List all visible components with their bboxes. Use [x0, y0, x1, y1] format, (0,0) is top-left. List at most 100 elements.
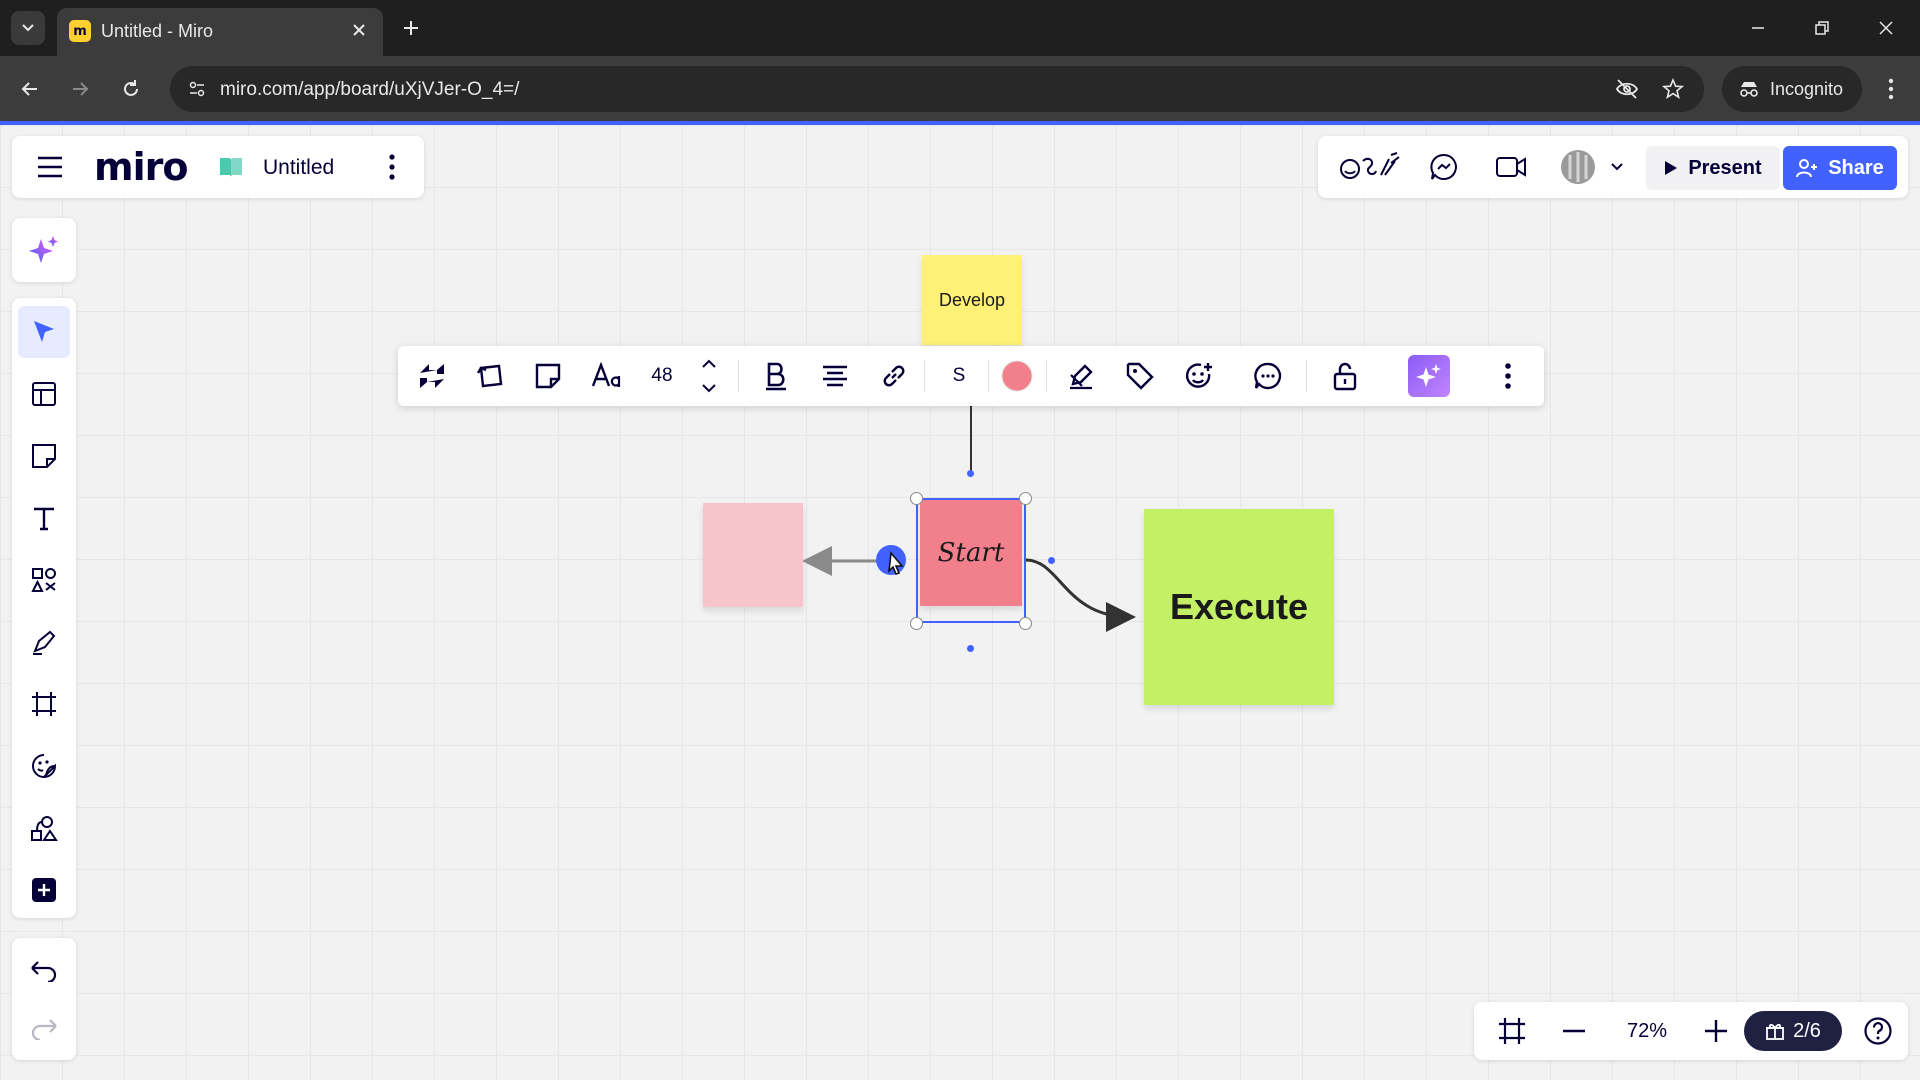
omnibox[interactable]: miro.com/app/board/uXjVJer-O_4=/: [170, 66, 1704, 112]
templates-tool[interactable]: [18, 368, 70, 420]
tab-title: Untitled - Miro: [101, 21, 214, 41]
color-picker-button[interactable]: [997, 356, 1037, 396]
undo-icon: [31, 961, 57, 982]
eye-off-icon[interactable]: [1612, 74, 1642, 104]
chevron-up-down-icon: [702, 359, 716, 393]
board-name[interactable]: Untitled: [263, 156, 334, 180]
more-vertical-icon[interactable]: [382, 152, 402, 182]
site-settings-icon[interactable]: [182, 74, 212, 104]
incognito-icon: [1740, 82, 1758, 97]
add-more-tools-button[interactable]: [18, 864, 70, 916]
shapes-tool[interactable]: [18, 554, 70, 606]
miro-logo[interactable]: miro: [94, 145, 188, 189]
link-button[interactable]: [874, 356, 914, 396]
select-tool[interactable]: [18, 306, 70, 358]
board-book-icon: [220, 158, 242, 177]
zoom-out-button[interactable]: [1554, 1011, 1594, 1051]
minimize-button[interactable]: [1738, 12, 1778, 44]
frame-icon: [1499, 1018, 1525, 1044]
font-family-button[interactable]: [587, 356, 627, 396]
sticky-note-execute[interactable]: Execute: [1144, 509, 1334, 705]
toolbar-separator: [1306, 360, 1307, 392]
sticky-format-button[interactable]: [528, 356, 568, 396]
text-tool[interactable]: [18, 492, 70, 544]
ai-assistant-button[interactable]: [12, 218, 76, 282]
user-avatar-button[interactable]: [1554, 149, 1630, 185]
close-window-button[interactable]: [1866, 12, 1906, 44]
user-plus-icon: [1796, 159, 1818, 178]
stickers-tool[interactable]: [18, 740, 70, 792]
resize-handle-bottom-left[interactable]: [910, 617, 923, 630]
selection-box: [916, 498, 1026, 623]
toolbar-separator: [924, 360, 925, 392]
toolbar-separator: [988, 360, 989, 392]
sticky-note-blank[interactable]: [703, 503, 803, 607]
toolbar-separator: [1046, 360, 1047, 392]
zoom-in-button[interactable]: [1696, 1011, 1736, 1051]
creation-toolbar: [12, 298, 76, 918]
pen-tool[interactable]: [18, 616, 70, 668]
miro-favicon-icon: m: [69, 20, 91, 42]
sticky-note-tool[interactable]: [18, 430, 70, 482]
undo-button[interactable]: [18, 944, 70, 996]
video-call-button[interactable]: [1493, 149, 1529, 185]
zoom-level[interactable]: 72%: [1604, 1011, 1690, 1051]
color-swatch-icon: [1001, 360, 1033, 392]
browser-tab-bar: m Untitled - Miro: [0, 0, 1920, 56]
bold-icon: [766, 362, 786, 391]
shape-switch-button[interactable]: [470, 356, 510, 396]
url-text: miro.com/app/board/uXjVJer-O_4=/: [220, 79, 520, 100]
add-reaction-button[interactable]: [1179, 356, 1219, 396]
present-button[interactable]: Present: [1646, 146, 1780, 190]
help-button[interactable]: [1860, 1011, 1896, 1051]
lock-button[interactable]: [1325, 356, 1365, 396]
browser-menu-button[interactable]: [1876, 74, 1906, 104]
help-icon: [1864, 1017, 1892, 1045]
tag-button[interactable]: [1120, 356, 1160, 396]
comment-icon: [1254, 362, 1282, 390]
fit-to-screen-button[interactable]: [1492, 1011, 1532, 1051]
resize-handle-bottom-right[interactable]: [1019, 617, 1032, 630]
tab-list-button[interactable]: [11, 11, 45, 45]
present-label: Present: [1688, 156, 1762, 179]
ai-action-button[interactable]: [1408, 355, 1450, 397]
reload-button[interactable]: [111, 69, 151, 109]
font-size-stepper[interactable]: [689, 356, 729, 396]
restore-button[interactable]: [1802, 12, 1842, 44]
sticky-size-button[interactable]: S: [939, 356, 979, 396]
back-button[interactable]: [10, 69, 50, 109]
reactions-icon: [1340, 152, 1400, 179]
bold-button[interactable]: [756, 356, 796, 396]
resize-handle-top-left[interactable]: [910, 492, 923, 505]
connection-drag-cursor[interactable]: [873, 542, 919, 588]
comments-button[interactable]: [1426, 149, 1462, 185]
new-tab-button[interactable]: [395, 12, 427, 44]
browser-tab[interactable]: m Untitled - Miro: [57, 8, 383, 56]
sticky-note-develop[interactable]: Develop: [922, 255, 1022, 345]
connection-point-right[interactable]: [1048, 557, 1055, 564]
author-button[interactable]: [1061, 356, 1101, 396]
rewards-button[interactable]: 2/6: [1744, 1011, 1842, 1051]
incognito-indicator[interactable]: Incognito: [1722, 66, 1862, 112]
font-icon: [591, 362, 621, 387]
text-align-button[interactable]: [815, 356, 855, 396]
star-icon[interactable]: [1658, 74, 1688, 104]
redo-button[interactable]: [18, 1002, 70, 1054]
switch-type-button[interactable]: [412, 356, 452, 396]
diagramming-tool[interactable]: [18, 802, 70, 854]
connection-point-bottom[interactable]: [967, 645, 974, 652]
resize-handle-top-right[interactable]: [1019, 492, 1032, 505]
frame-tool[interactable]: [18, 678, 70, 730]
shapes-icon: [31, 568, 56, 592]
font-size-value[interactable]: 48: [642, 356, 682, 396]
comment-button[interactable]: [1248, 356, 1288, 396]
tab-close-button[interactable]: [347, 18, 371, 42]
link-icon: [883, 365, 905, 387]
forward-button[interactable]: [60, 69, 100, 109]
menu-icon[interactable]: [36, 154, 64, 180]
more-options-button[interactable]: [1488, 356, 1528, 396]
reactions-button[interactable]: [1338, 149, 1402, 185]
connection-point-top[interactable]: [967, 470, 974, 477]
share-button[interactable]: Share: [1783, 146, 1897, 190]
text-icon: [34, 507, 54, 531]
